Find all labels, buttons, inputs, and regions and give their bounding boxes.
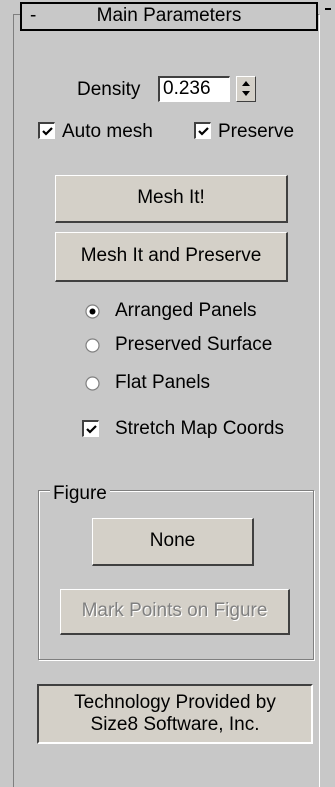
- mesh-it-and-preserve-button[interactable]: Mesh It and Preserve: [55, 232, 288, 282]
- density-label: Density: [77, 79, 141, 100]
- auto-mesh-label: Auto mesh: [62, 121, 153, 142]
- preserve-checkbox[interactable]: [194, 122, 211, 139]
- density-spinner[interactable]: [236, 76, 256, 102]
- radio-preserved-surface[interactable]: [85, 338, 100, 353]
- radio-preserved-surface-label: Preserved Surface: [115, 334, 273, 355]
- preserve-label: Preserve: [218, 121, 295, 142]
- check-icon: [86, 425, 97, 434]
- figure-group-title: Figure: [50, 484, 110, 504]
- check-icon: [198, 127, 209, 136]
- radio-arranged-panels[interactable]: [85, 304, 100, 319]
- credit-line-1: Technology Provided by: [74, 692, 276, 713]
- stretch-map-coords-label: Stretch Map Coords: [115, 418, 284, 439]
- credit-box: Technology Provided by Size8 Software, I…: [37, 684, 313, 744]
- stretch-map-coords-checkbox[interactable]: [82, 420, 99, 437]
- rollout-title: Main Parameters: [96, 5, 242, 26]
- radio-flat-panels[interactable]: [85, 376, 100, 391]
- density-input[interactable]: 0.236: [158, 76, 230, 102]
- figure-none-button[interactable]: None: [92, 518, 254, 566]
- radio-arranged-panels-label: Arranged Panels: [115, 300, 257, 321]
- spinner-down-icon[interactable]: [242, 91, 250, 96]
- spinner-up-icon[interactable]: [242, 81, 250, 86]
- auto-mesh-checkbox[interactable]: [38, 122, 55, 139]
- panel-edge-marker: [325, 8, 331, 10]
- radio-flat-panels-label: Flat Panels: [115, 372, 211, 393]
- mesh-it-button[interactable]: Mesh It!: [55, 175, 288, 223]
- credit-line-2: Size8 Software, Inc.: [90, 714, 260, 735]
- rollout-header-main-parameters[interactable]: - Main Parameters: [20, 2, 318, 31]
- check-icon: [42, 127, 53, 136]
- mark-points-on-figure-button[interactable]: Mark Points on Figure: [60, 589, 290, 635]
